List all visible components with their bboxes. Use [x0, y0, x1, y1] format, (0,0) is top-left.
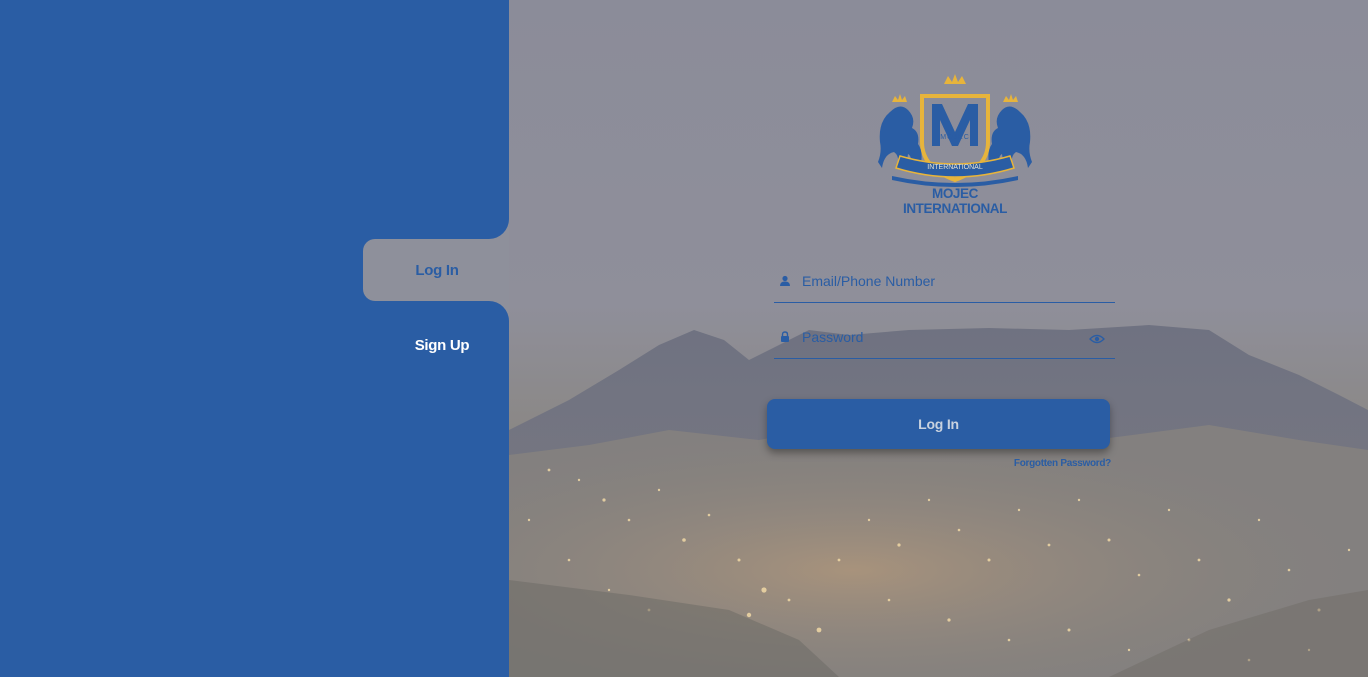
tab-log-in[interactable]: Log In — [363, 239, 509, 301]
brand-name-line2: INTERNATIONAL — [902, 201, 1008, 216]
tab-sign-up[interactable]: Sign Up — [395, 325, 489, 365]
email-input[interactable] — [802, 269, 1082, 293]
tab-log-in-label: Log In — [415, 261, 459, 279]
brand-name-line1: MOJEC — [931, 186, 978, 201]
login-page: Log In Sign Up MOJEC INTERNATIONAL MOJEC… — [0, 0, 1368, 677]
tab-corner-top — [489, 219, 509, 239]
email-field — [774, 265, 1115, 303]
forgot-password-link[interactable]: Forgotten Password? — [990, 458, 1111, 469]
login-button[interactable]: Log In — [767, 399, 1110, 449]
password-input[interactable] — [802, 325, 1082, 349]
tab-corner-bottom — [489, 301, 509, 321]
logo-shield-text: MOJEC — [940, 134, 970, 141]
user-icon — [780, 275, 790, 286]
logo-banner-text: INTERNATIONAL — [927, 164, 983, 171]
password-field — [774, 321, 1115, 359]
brand-name: MOJEC INTERNATIONAL — [880, 186, 1030, 216]
lock-icon — [781, 331, 789, 342]
eye-icon[interactable] — [1089, 333, 1105, 345]
